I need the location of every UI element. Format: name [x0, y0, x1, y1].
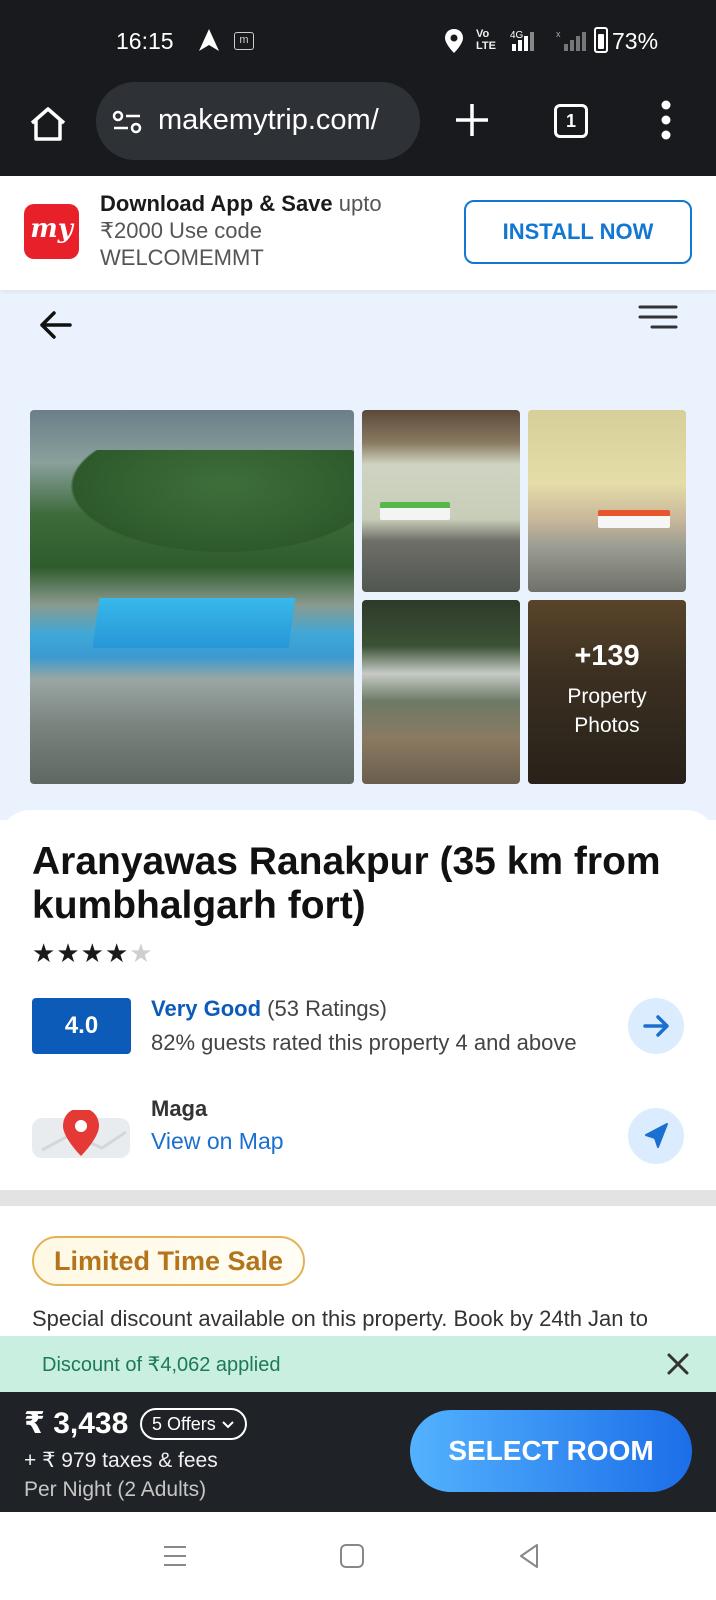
android-navigation-bar	[0, 1512, 716, 1600]
rating-score-badge[interactable]: 4.0	[32, 998, 131, 1054]
address-bar[interactable]: makemytrip.com/	[96, 82, 420, 160]
more-options-icon[interactable]	[660, 100, 672, 140]
signal-4g-icon: 4G	[510, 30, 534, 51]
more-photos-count[interactable]: +139	[528, 640, 686, 673]
rating-percentage-text: 82% guests rated this property 4 and abo…	[151, 1030, 577, 1055]
tab-switcher-button[interactable]: 1	[554, 104, 588, 138]
select-room-button[interactable]: SELECT ROOM	[410, 1410, 692, 1492]
navigation-arrow-icon	[199, 29, 219, 51]
directions-button[interactable]	[628, 1108, 684, 1164]
back-arrow-icon[interactable]	[38, 310, 74, 340]
photo-gallery-section: +139 Property Photos	[0, 290, 716, 820]
photo-hills	[30, 450, 354, 570]
signal-empty-icon: x	[556, 29, 586, 51]
rating-summary-line[interactable]: Very Good (53 Ratings)	[151, 996, 387, 1022]
taxes-and-fees: + ₹ 979 taxes & fees	[24, 1449, 218, 1472]
ratings-arrow-button[interactable]	[628, 998, 684, 1054]
home-icon[interactable]	[28, 104, 68, 144]
m-app-icon: m	[234, 32, 254, 50]
hamburger-menu-icon[interactable]	[638, 304, 678, 330]
makemytrip-logo: my	[24, 204, 79, 259]
location-pin-icon	[445, 29, 463, 53]
close-icon[interactable]	[666, 1352, 690, 1376]
photo-bed	[598, 510, 670, 528]
banner-text: Download App & Save upto ₹2000 Use code …	[100, 190, 440, 271]
battery-percent: 73%	[612, 28, 659, 54]
room-photo-1[interactable]	[362, 410, 520, 592]
star-icon: ★	[80, 938, 105, 968]
url-text[interactable]: makemytrip.com/	[158, 104, 410, 137]
new-tab-icon[interactable]	[454, 102, 490, 138]
discount-text: Discount of ₹4,062 applied	[42, 1354, 281, 1376]
rating-word: Very Good	[151, 996, 262, 1021]
star-empty-icon: ★	[129, 938, 154, 968]
offers-label: 5 Offers	[152, 1414, 216, 1434]
price-footer: ₹ 3,438 5 Offers + ₹ 979 taxes & fees Pe…	[0, 1392, 716, 1512]
recent-apps-icon[interactable]	[162, 1544, 188, 1568]
map-thumbnail-icon[interactable]	[32, 1110, 130, 1158]
banner-title-suffix: upto	[332, 191, 382, 216]
sale-section: Limited Time Sale Special discount avail…	[0, 1206, 716, 1336]
star-icon: ★	[104, 938, 130, 968]
star-rating: ★★★★★	[32, 938, 154, 969]
property-title: Aranyawas Ranakpur (35 km from kumbhalga…	[32, 840, 661, 927]
navigation-icon	[645, 1123, 668, 1148]
rating-count: (53 Ratings)	[261, 996, 387, 1021]
status-time: 16:15	[116, 28, 174, 54]
app-download-banner: my Download App & Save upto ₹2000 Use co…	[0, 176, 716, 290]
install-now-button[interactable]: INSTALL NOW	[464, 200, 692, 264]
more-photos-label[interactable]: Property Photos	[528, 682, 686, 740]
browser-toolbar: makemytrip.com/ 1	[0, 82, 716, 176]
svg-text:x: x	[556, 29, 561, 39]
banner-offer: ₹2000 Use code	[100, 218, 262, 243]
limited-time-sale-badge: Limited Time Sale	[32, 1236, 306, 1286]
back-triangle-icon[interactable]	[518, 1542, 540, 1570]
garden-photo[interactable]	[362, 600, 520, 784]
status-bar: 16:15 m Vo LTE 4G x 73%	[0, 0, 716, 82]
sale-description: Special discount available on this prope…	[32, 1306, 648, 1331]
property-details-card: Aranyawas Ranakpur (35 km from kumbhalga…	[0, 810, 716, 1190]
arrow-right-icon	[643, 1015, 669, 1037]
banner-title: Download App & Save	[100, 191, 333, 216]
section-divider	[0, 1190, 716, 1206]
offers-dropdown[interactable]: 5 Offers	[140, 1408, 247, 1440]
room-photo-2[interactable]	[528, 410, 686, 592]
price-amount: ₹ 3,438	[24, 1407, 129, 1440]
view-on-map-link[interactable]: View on Map	[151, 1128, 284, 1155]
chevron-down-icon	[222, 1421, 234, 1429]
discount-applied-strip: Discount of ₹4,062 applied	[0, 1336, 716, 1392]
volte-label: Vo LTE	[476, 28, 496, 52]
location-name: Maga	[151, 1096, 208, 1121]
more-photos-label-line1: Property	[567, 685, 647, 708]
site-settings-icon[interactable]	[112, 110, 142, 134]
star-icon: ★	[56, 938, 81, 968]
svg-text:4G: 4G	[510, 30, 524, 41]
main-property-photo[interactable]	[30, 410, 354, 784]
photo-pool	[92, 598, 296, 648]
battery-icon	[594, 27, 608, 53]
home-button-icon[interactable]	[340, 1544, 364, 1568]
photo-bed	[380, 502, 450, 520]
more-photos-label-line2: Photos	[574, 714, 640, 737]
per-night-label: Per Night (2 Adults)	[24, 1478, 207, 1501]
banner-code: WELCOMEMMT	[100, 245, 264, 270]
star-icon: ★	[32, 938, 57, 968]
